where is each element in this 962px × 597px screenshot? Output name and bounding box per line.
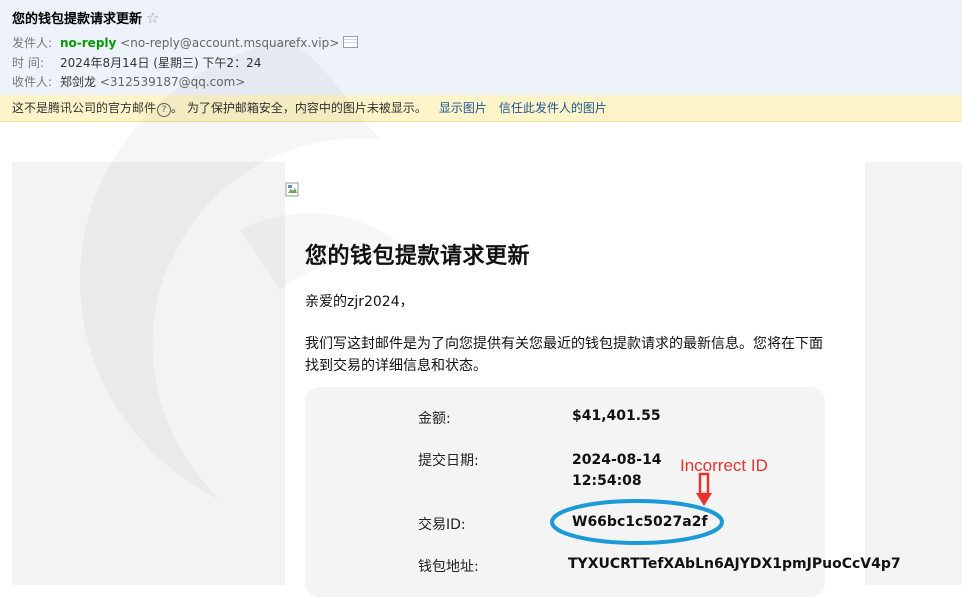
to-label: 收件人: bbox=[12, 75, 53, 89]
to-row: 收件人: 郑剑龙 <312539187@qq.com> bbox=[12, 73, 245, 90]
transaction-id-value: W66bc1c5027a2f bbox=[572, 514, 708, 530]
sender-name[interactable]: no-reply bbox=[60, 36, 116, 50]
help-icon[interactable]: ? bbox=[157, 103, 172, 117]
time-row: 时 间: 2024年8月14日 (星期三) 下午2：24 bbox=[12, 54, 261, 71]
message-title: 您的钱包提款请求更新 bbox=[305, 244, 531, 269]
wallet-address-value: TYXUCRTTefXAbLn6AJYDX1pmJPuoCcV4p7 bbox=[568, 556, 901, 572]
transaction-id-label: 交易ID: bbox=[418, 517, 466, 533]
email-subject: 您的钱包提款请求更新 ☆ bbox=[12, 8, 159, 27]
warning-text-2: 。 为了保护邮箱安全，内容中的图片未被显示。 bbox=[171, 101, 427, 115]
amount-label: 金额: bbox=[418, 411, 451, 427]
time-value: 2024年8月14日 (星期三) 下午2：24 bbox=[60, 56, 262, 70]
submission-date-value: 2024-08-14 12:54:08 bbox=[572, 450, 662, 492]
submission-date: 2024-08-14 bbox=[572, 452, 662, 468]
time-label: 时 间: bbox=[12, 56, 44, 70]
recipient-address: <312539187@qq.com> bbox=[99, 75, 246, 89]
show-images-link[interactable]: 显示图片 bbox=[439, 101, 487, 115]
contact-card-icon[interactable] bbox=[343, 36, 359, 48]
email-header: 您的钱包提款请求更新 ☆ 发件人: no-reply <no-reply@accou… bbox=[0, 0, 962, 96]
recipient-name[interactable]: 郑剑龙 bbox=[60, 75, 96, 89]
body-background-left bbox=[12, 162, 285, 585]
wallet-address-label: 钱包地址: bbox=[418, 559, 479, 575]
warning-text: 这不是腾讯公司的官方邮件 bbox=[12, 101, 157, 115]
trust-sender-images-link[interactable]: 信任此发件人的图片 bbox=[499, 101, 607, 115]
star-outline-icon[interactable]: ☆ bbox=[146, 9, 159, 27]
subject-text: 您的钱包提款请求更新 bbox=[12, 12, 143, 27]
amount-value: $41,401.55 bbox=[572, 408, 661, 424]
from-row: 发件人: no-reply <no-reply@account.msquarefx… bbox=[12, 34, 359, 51]
body-background-right bbox=[865, 162, 962, 585]
broken-image-icon bbox=[285, 182, 299, 197]
incorrect-id-annotation: Incorrect ID bbox=[680, 456, 768, 475]
greeting-text: 亲爱的zjr2024， bbox=[305, 294, 414, 310]
submission-date-label: 提交日期: bbox=[418, 453, 479, 469]
intro-paragraph: 我们写这封邮件是为了向您提供有关您最近的钱包提款请求的最新信息。您将在下面找到交… bbox=[305, 336, 823, 374]
submission-time: 12:54:08 bbox=[572, 473, 642, 489]
sender-address: <no-reply@account.msquarefx.vip> bbox=[120, 36, 340, 50]
from-label: 发件人: bbox=[12, 36, 53, 50]
security-warning-bar: 这不是腾讯公司的官方邮件?。 为了保护邮箱安全，内容中的图片未被显示。 显示图片信… bbox=[0, 95, 962, 122]
